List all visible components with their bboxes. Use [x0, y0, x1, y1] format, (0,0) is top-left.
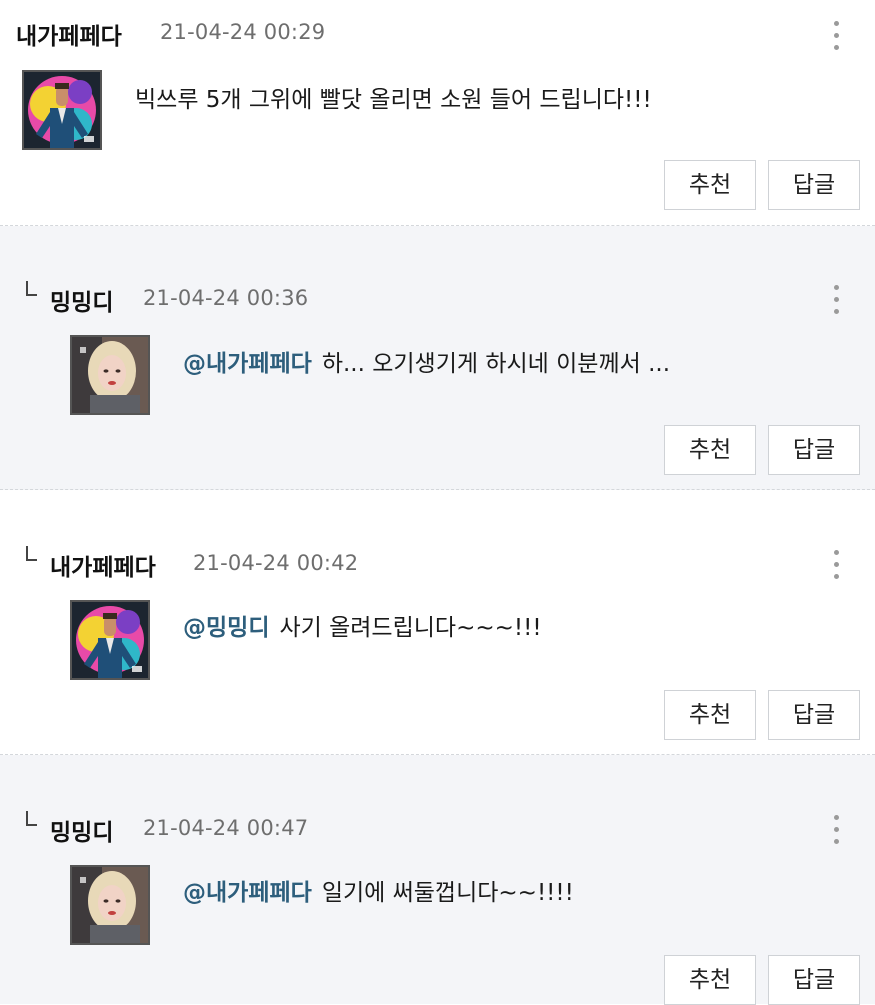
man-in-suit-avatar-icon: [72, 602, 148, 678]
avatar[interactable]: [70, 335, 150, 415]
comment-date: 21-04-24 00:42: [193, 551, 359, 575]
reply-button[interactable]: 답글: [768, 955, 860, 1005]
mention-link[interactable]: @내가페페다: [183, 880, 312, 906]
blonde-woman-avatar-icon: [72, 867, 148, 943]
reply-button[interactable]: 답글: [768, 160, 860, 210]
reply-indicator-icon: [26, 811, 37, 826]
reply-button[interactable]: 답글: [768, 690, 860, 740]
mention-link[interactable]: @내가페페다: [183, 351, 312, 377]
recommend-button[interactable]: 추천: [664, 425, 756, 475]
comment-text-row: @내가페페다 일기에 써둘껍니다~~!!!!: [183, 873, 574, 907]
reply-indicator-icon: [26, 546, 37, 561]
reply-indicator-icon: [26, 281, 37, 296]
comment-text-row: @밍밍디 사기 올려드립니다~~~!!!: [183, 608, 542, 642]
blonde-woman-avatar-icon: [72, 337, 148, 413]
comment-author[interactable]: 밍밍디: [50, 283, 113, 317]
comment-text: 하... 오기생기게 하시네 이분께서 ...: [321, 351, 671, 377]
more-options-icon[interactable]: [826, 548, 846, 582]
avatar[interactable]: [70, 600, 150, 680]
comment-text-row: @내가페페다 하... 오기생기게 하시네 이분께서 ...: [183, 344, 670, 378]
comment-reply-item: 밍밍디 21-04-24 00:47 @내가페페다 일기에 써둘껍니다~~!!!!…: [0, 755, 875, 1005]
more-options-icon[interactable]: [826, 19, 846, 53]
comment-item: 내가페페다 21-04-24 00:29 빅쓰루 5개 그위에 빨닷 올리면 소…: [0, 0, 875, 226]
reply-button[interactable]: 답글: [768, 425, 860, 475]
more-options-icon[interactable]: [826, 813, 846, 847]
recommend-button[interactable]: 추천: [664, 690, 756, 740]
comment-text: 빅쓰루 5개 그위에 빨닷 올리면 소원 들어 드립니다!!!: [135, 87, 652, 113]
recommend-button[interactable]: 추천: [664, 955, 756, 1005]
comment-text: 사기 올려드립니다~~~!!!: [279, 615, 542, 641]
avatar[interactable]: [70, 865, 150, 945]
comment-author[interactable]: 내가페페다: [16, 17, 122, 51]
more-options-icon[interactable]: [826, 283, 846, 317]
comment-date: 21-04-24 00:29: [160, 20, 326, 44]
recommend-button[interactable]: 추천: [664, 160, 756, 210]
man-in-suit-avatar-icon: [24, 72, 100, 148]
comment-reply-item: 내가페페다 21-04-24 00:42 @밍밍디 사기 올려드립니다~~~!!!…: [0, 490, 875, 755]
comment-date: 21-04-24 00:47: [143, 816, 309, 840]
avatar[interactable]: [22, 70, 102, 150]
comment-text: 일기에 써둘껍니다~~!!!!: [321, 880, 574, 906]
mention-link[interactable]: @밍밍디: [183, 615, 269, 641]
comment-date: 21-04-24 00:36: [143, 286, 309, 310]
comment-reply-item: 밍밍디 21-04-24 00:36 @내가페페다 하... 오기생기게 하시네 …: [0, 226, 875, 490]
comment-author[interactable]: 밍밍디: [50, 813, 113, 847]
comment-author[interactable]: 내가페페다: [50, 548, 156, 582]
